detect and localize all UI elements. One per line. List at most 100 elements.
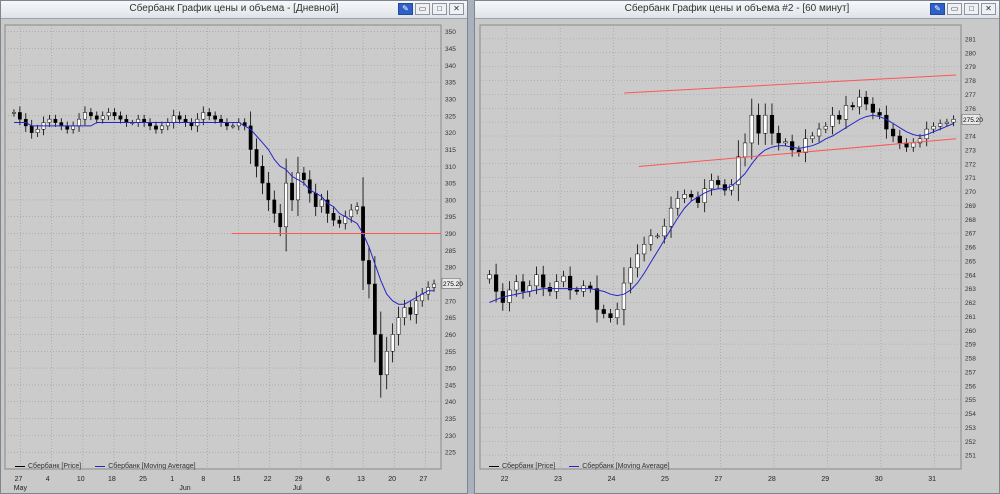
minimize-icon[interactable]: ▭ — [415, 3, 430, 15]
candle-body — [615, 309, 620, 319]
y-tick-label: 295 — [445, 214, 456, 221]
candle-body — [870, 103, 875, 113]
hourly-chart-legend: Сбербанк [Price] Сбербанк [Moving Averag… — [489, 463, 670, 470]
y-tick-label: 264 — [965, 272, 976, 279]
candle-body — [17, 112, 22, 120]
x-tick-label: 27 — [419, 476, 427, 483]
y-tick-label: 255 — [445, 349, 456, 356]
y-tick-label: 262 — [965, 300, 976, 307]
y-tick-label: 245 — [445, 382, 456, 389]
candle-body — [372, 283, 377, 335]
y-tick-label: 256 — [965, 383, 976, 390]
legend-swatch-price — [15, 466, 25, 467]
candle-body — [319, 199, 324, 207]
y-tick-label: 268 — [965, 217, 976, 224]
maximize-icon[interactable]: □ — [964, 3, 979, 15]
candle-body — [396, 317, 401, 335]
candle-body — [890, 128, 896, 137]
candle-body — [402, 307, 407, 318]
candle-body — [790, 141, 795, 151]
y-tick-label: 325 — [445, 113, 456, 120]
candle-body — [230, 125, 235, 128]
candle-body — [722, 184, 727, 191]
candle-body — [390, 334, 395, 352]
candle-body — [635, 253, 640, 269]
y-tick-label: 335 — [445, 80, 456, 87]
x-tick-label: 8 — [201, 476, 205, 483]
candle-body — [331, 213, 336, 221]
candle-body — [884, 114, 889, 130]
x-month-label: Jun — [179, 485, 190, 492]
y-tick-label: 257 — [965, 369, 976, 376]
candle-body — [260, 166, 265, 184]
candle-body — [432, 283, 436, 288]
y-tick-label: 258 — [965, 356, 976, 363]
candle-body — [561, 275, 566, 282]
minimize-icon[interactable]: ▭ — [947, 3, 962, 15]
hourly-chart-window: Сбербанк График цены и объема #2 - [60 м… — [474, 0, 1000, 494]
y-tick-label: 330 — [445, 97, 456, 104]
y-tick-label: 260 — [445, 332, 456, 339]
maximize-icon[interactable]: □ — [432, 3, 447, 15]
y-tick-label: 280 — [965, 50, 976, 57]
candle-body — [65, 125, 70, 130]
candle-body — [254, 149, 259, 167]
daily-chart-titlebar[interactable]: Сбербанк График цены и объема - [Дневной… — [1, 1, 467, 19]
y-tick-label: 270 — [445, 298, 456, 305]
last-value-label: 275.20 — [963, 117, 983, 124]
plot-area — [4, 24, 442, 470]
candle-body — [266, 182, 271, 201]
hourly-price-chart[interactable]: 251 252 253 254 255 256 257 258 259 260 261 262 263 2… — [475, 19, 1000, 494]
x-tick-label: 15 — [233, 476, 241, 483]
y-tick-label: 251 — [965, 453, 976, 460]
x-tick-label: 18 — [108, 476, 116, 483]
candle-body — [189, 122, 194, 127]
candle-body — [594, 288, 600, 310]
hourly-chart-titlebar[interactable]: Сбербанк График цены и объема #2 - [60 м… — [475, 1, 999, 19]
pin-icon[interactable]: ✎ — [398, 3, 413, 15]
candle-body — [520, 281, 526, 292]
candle-body — [337, 219, 342, 224]
candle-body — [655, 235, 660, 238]
candle-body — [911, 142, 916, 148]
y-tick-label: 300 — [445, 197, 456, 204]
x-tick-label: 30 — [875, 476, 883, 483]
candle-body — [628, 267, 633, 284]
candle-body — [716, 180, 721, 185]
candle-body — [534, 274, 539, 287]
y-tick-label: 279 — [965, 64, 976, 71]
candle-body — [823, 126, 828, 130]
x-tick-label: 25 — [661, 476, 669, 483]
candle-body — [213, 115, 218, 120]
y-tick-label: 263 — [965, 286, 976, 293]
y-tick-label: 280 — [445, 265, 456, 272]
legend-swatch-price — [489, 466, 499, 467]
candle-body — [313, 192, 318, 207]
daily-price-chart[interactable]: 2252302352402452502552602652702752802852… — [1, 19, 468, 494]
candle-body — [94, 115, 99, 120]
candle-body — [83, 112, 87, 120]
x-tick-label: 20 — [388, 476, 396, 483]
candle-body — [414, 300, 419, 315]
x-tick-label: 27 — [715, 476, 723, 483]
candle-body — [776, 132, 781, 144]
candle-body — [931, 126, 936, 130]
pin-icon[interactable]: ✎ — [930, 3, 945, 15]
candle-body — [648, 235, 653, 245]
close-icon[interactable]: ✕ — [981, 3, 996, 15]
candle-body — [749, 114, 754, 144]
close-icon[interactable]: ✕ — [449, 3, 464, 15]
candle-body — [171, 115, 176, 123]
candle-body — [938, 123, 943, 127]
candle-body — [378, 334, 383, 376]
candle-body — [177, 115, 182, 120]
hourly-chart-title: Сбербанк График цены и объема #2 - [60 м… — [624, 3, 850, 14]
candle-body — [642, 243, 647, 255]
candle-body — [159, 125, 164, 130]
x-tick-label: 29 — [821, 476, 829, 483]
candle-body — [29, 125, 34, 133]
candle-body — [668, 207, 674, 227]
candle-body — [662, 225, 667, 237]
candle-body — [207, 112, 212, 117]
candle-body — [756, 114, 761, 134]
